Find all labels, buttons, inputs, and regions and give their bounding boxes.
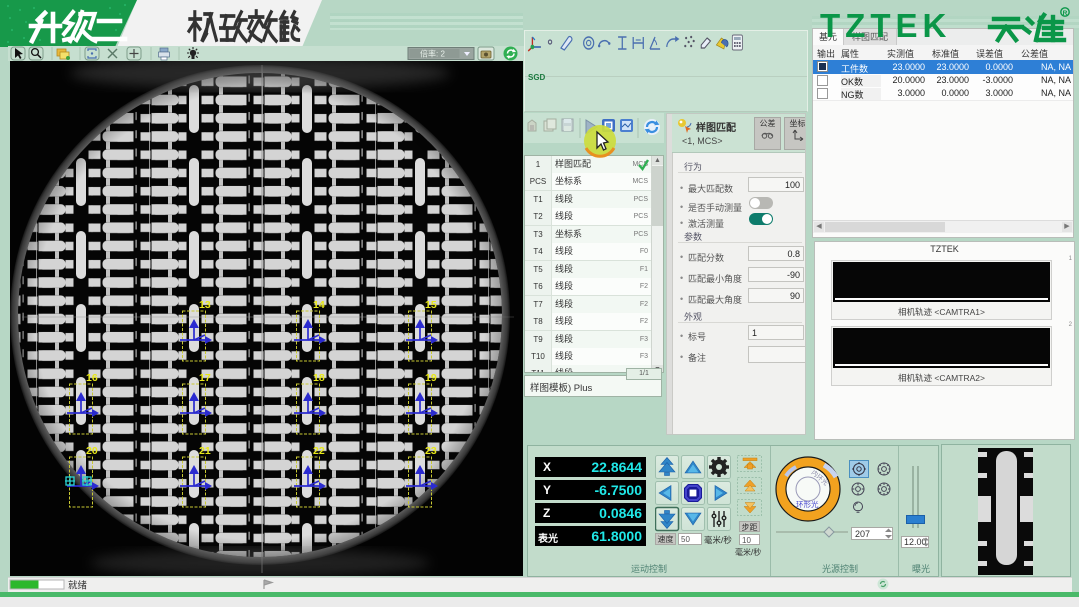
svg-text:16: 16: [86, 372, 98, 384]
svg-text:18: 18: [313, 372, 325, 384]
svg-text:环形光: 环形光: [796, 499, 819, 509]
svg-text:14: 14: [313, 299, 325, 311]
svg-text:19: 19: [425, 372, 437, 384]
svg-text:15: 15: [425, 299, 437, 311]
svg-text:倍率: 2: 倍率: 2: [420, 49, 445, 59]
svg-text:R: R: [1063, 10, 1068, 17]
svg-text:就绪: 就绪: [68, 580, 88, 592]
svg-text:22: 22: [313, 445, 325, 457]
svg-text:17: 17: [199, 372, 211, 384]
svg-text:TZTEK: TZTEK: [820, 7, 951, 44]
svg-text:23: 23: [425, 445, 437, 457]
svg-text:13: 13: [199, 299, 211, 311]
svg-text:20: 20: [86, 445, 98, 457]
svg-text:21: 21: [199, 445, 211, 457]
